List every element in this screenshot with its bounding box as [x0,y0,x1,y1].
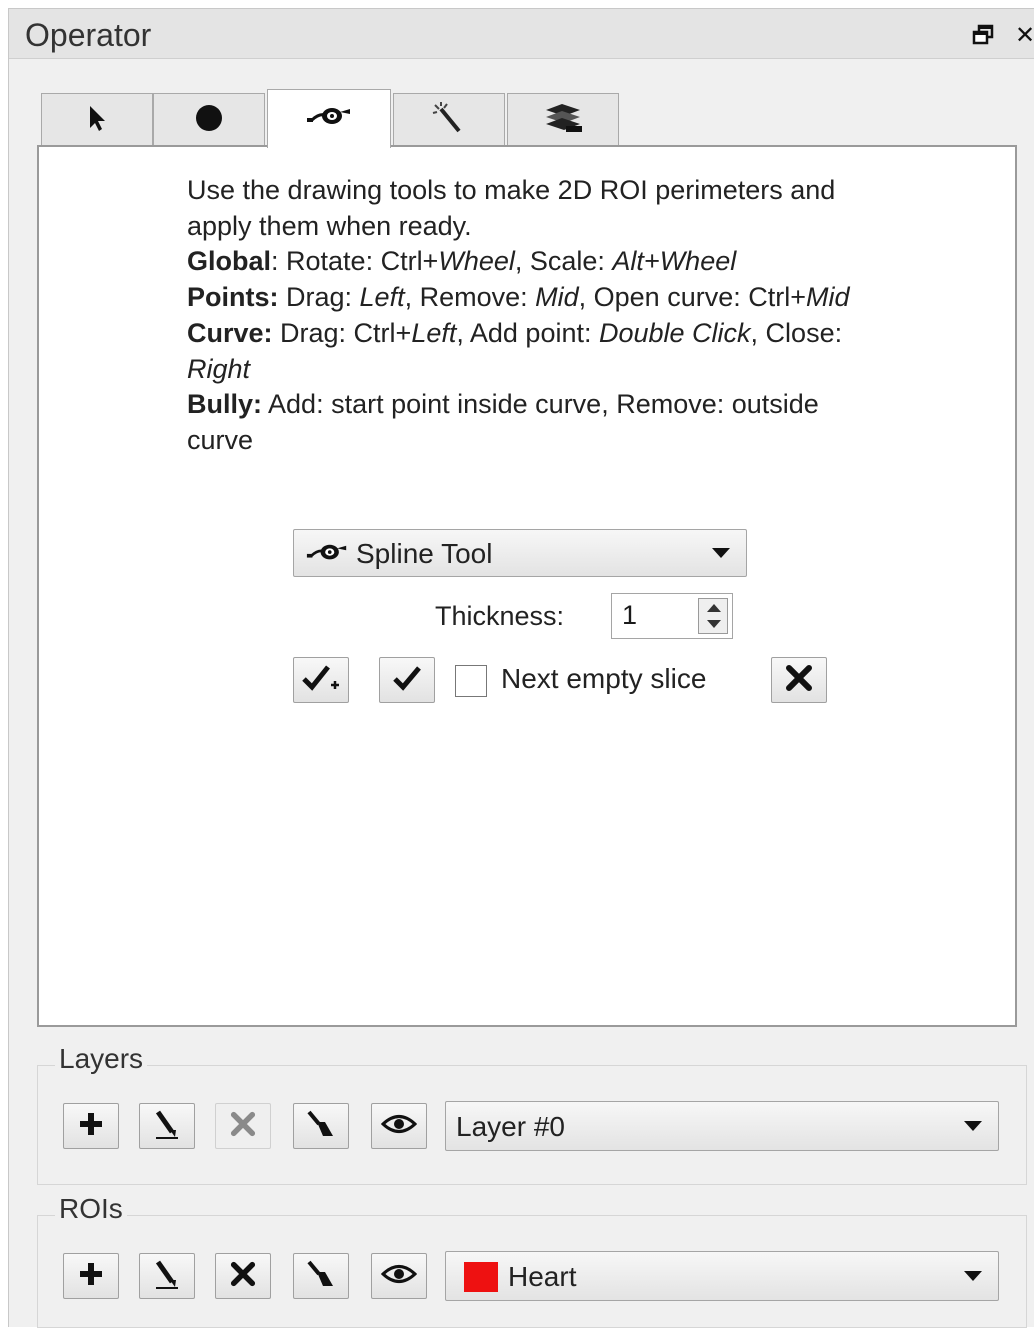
plus-icon [78,1111,104,1142]
thickness-label: Thickness: [435,601,565,631]
help-global: Global: Rotate: Ctrl+Wheel, Scale: Alt+W… [187,244,887,280]
help-curve-label: Curve: [187,317,273,348]
help-points-label: Points: [187,282,279,313]
thickness-spinbox[interactable]: 1 [611,593,733,639]
layers-group-label: Layers [55,1043,148,1075]
x-icon [230,1111,256,1142]
help-text-segment: Drag: Ctrl+ [272,317,412,348]
help-key: Left [359,282,405,313]
eye-icon [380,1113,418,1140]
operator-panel: Operator ✕ Use the drawing tools to make… [8,8,1034,1328]
rename-roi-button[interactable] [139,1253,195,1299]
toggle-layer-visibility-button[interactable] [371,1103,427,1149]
help-text-segment: Drag: [278,282,360,313]
tab-circle[interactable] [153,93,265,147]
filled-circle-icon [194,103,224,138]
add-roi-button[interactable] [63,1253,119,1299]
roi-dropdown-value: Heart [508,1261,577,1292]
help-text-segment: : Rotate: Ctrl+ [271,246,439,277]
spin-arrows[interactable] [698,598,728,634]
help-curve: Curve: Drag: Ctrl+Left, Add point: Doubl… [187,316,887,387]
eye-icon [380,1263,418,1290]
delete-roi-button[interactable] [215,1253,271,1299]
layers-stack-icon [542,102,584,139]
help-bully: Bully: Add: start point inside curve, Re… [187,387,887,458]
roi-dropdown[interactable]: Heart [445,1251,999,1301]
help-key: Right [187,353,251,384]
pen-icon [152,1258,182,1295]
restore-window-icon[interactable] [969,21,997,49]
help-key: Mid [805,282,850,313]
chevron-down-icon [964,1271,982,1281]
check-icon [392,664,422,697]
rois-group-label: ROIs [55,1193,127,1225]
spline-pen-icon [306,104,352,135]
help-text-segment: , Scale: [514,246,613,277]
x-icon [230,1261,256,1292]
help-key: Mid [535,282,579,313]
spline-pen-icon [306,541,348,570]
tab-spline[interactable] [267,89,391,148]
help-text-segment: , Close: [750,317,843,348]
help-key: Left [411,317,457,348]
help-points: Points: Drag: Left, Remove: Mid, Open cu… [187,280,887,316]
help-text: Use the drawing tools to make 2D ROI per… [187,173,887,459]
magic-wand-icon [431,101,467,140]
help-key: Double Click [598,317,751,348]
tool-tabs [41,89,1021,148]
x-icon [785,664,813,697]
apply-and-add-button[interactable] [293,657,349,703]
help-text-segment: , Add point: [456,317,599,348]
help-text-segment: , Open curve: Ctrl+ [578,282,806,313]
tool-content: Use the drawing tools to make 2D ROI per… [37,145,1017,1027]
help-global-label: Global [187,246,272,277]
clear-layer-button[interactable] [293,1103,349,1149]
chevron-down-icon [712,548,730,558]
close-icon[interactable]: ✕ [1011,21,1034,49]
plus-icon [78,1261,104,1292]
tab-pointer[interactable] [41,93,153,147]
help-key: Alt+Wheel [612,246,737,277]
rename-layer-button[interactable] [139,1103,195,1149]
layer-dropdown[interactable]: Layer #0 [445,1101,999,1151]
help-key: Wheel [438,246,515,277]
spin-down-icon[interactable] [707,620,721,628]
tab-layers[interactable] [507,93,619,147]
next-empty-slice-checkbox[interactable] [455,665,487,697]
help-text-segment: , Remove: [404,282,536,313]
spin-up-icon[interactable] [707,604,721,612]
title-bar: Operator ✕ [9,9,1034,59]
clear-roi-button[interactable] [293,1253,349,1299]
tool-dropdown-value: Spline Tool [356,538,493,569]
help-bully-label: Bully: [187,389,263,420]
delete-layer-button[interactable] [215,1103,271,1149]
help-intro: Use the drawing tools to make 2D ROI per… [187,175,836,241]
add-layer-button[interactable] [63,1103,119,1149]
layer-dropdown-value: Layer #0 [456,1111,565,1142]
check-plus-icon [301,663,341,698]
tool-dropdown[interactable]: Spline Tool [293,529,747,577]
panel-title: Operator [25,17,152,53]
roi-color-swatch [464,1262,498,1292]
toggle-roi-visibility-button[interactable] [371,1253,427,1299]
thickness-value: 1 [622,600,638,630]
pointer-arrow-icon [85,104,109,137]
chevron-down-icon [964,1121,982,1131]
pen-icon [152,1108,182,1145]
next-empty-slice-label: Next empty slice [501,663,707,694]
help-text-segment: Add: start point inside curve, Remove: o… [187,389,819,455]
tab-wand[interactable] [393,93,505,147]
discard-button[interactable] [771,657,827,703]
apply-button[interactable] [379,657,435,703]
brush-icon [305,1258,337,1295]
brush-icon [305,1108,337,1145]
